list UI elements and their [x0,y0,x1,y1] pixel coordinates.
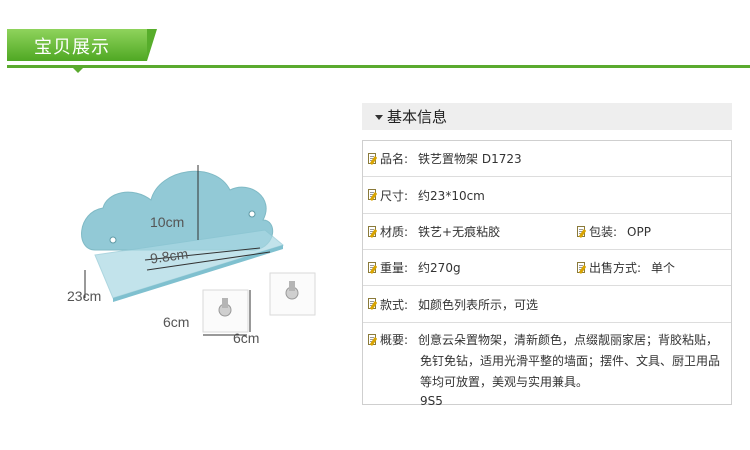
basic-info-title: 基本信息 [387,108,448,126]
summary-line: 等均可放置，美观与实用兼具。 [420,375,589,389]
edit-note-icon [367,225,378,238]
info-label: 品名: [380,152,409,166]
dim-width-label: 23cm [67,288,102,304]
info-value: 铁艺+无痕粘胶 [418,225,501,239]
summary-line: 免钉免钻，适用光滑平整的墙面；摆件、文具、厨卫用品 [420,354,721,368]
info-value: 单个 [651,261,676,275]
info-label: 重量: [380,261,409,275]
header-title: 宝贝展示 [34,37,110,58]
summary-line: 创意云朵置物架，清新颜色，点缀靓丽家居；背胶粘贴， [418,333,719,347]
edit-note-icon [367,334,378,347]
info-row-material: 材质: 铁艺+无痕粘胶 包装: OPP [363,214,731,250]
dim-hook-width-label: 6cm [233,330,260,346]
product-code: 9S5 [420,394,443,408]
info-label: 尺寸: [380,188,409,203]
info-row-size: 尺寸: 约23*10cm [363,177,731,214]
edit-note-icon [367,189,378,202]
dim-hook-height-label: 6cm [163,314,190,330]
header-tab-slant [147,29,157,61]
info-row-summary: 概要: 创意云朵置物架，清新颜色，点缀靓丽家居；背胶粘贴， 免钉免钻，适用光滑平… [363,323,731,408]
info-label: 概要: [380,333,409,347]
info-value: OPP [627,224,651,239]
info-label: 款式: [380,297,409,312]
info-label: 包装: [589,225,618,239]
edit-note-icon [367,298,378,311]
info-label: 出售方式: [589,261,642,275]
info-row-style: 款式: 如颜色列表所示，可选 [363,286,731,323]
edit-note-icon [576,225,587,238]
edit-note-icon [367,152,378,165]
header-underline [7,65,750,68]
info-row-weight: 重量: 约270g 出售方式: 单个 [363,250,731,286]
caret-down-icon [375,115,383,120]
info-value: 如颜色列表所示，可选 [418,297,539,312]
edit-note-icon [576,261,587,274]
dim-height-label: 10cm [150,214,185,230]
section-header: 宝贝展示 [0,0,750,80]
info-value: 铁艺置物架 D1723 [418,152,522,166]
info-table: 品名: 铁艺置物架 D1723 尺寸: 约23*10cm 材质: 铁艺+无痕粘胶… [362,140,732,408]
edit-note-icon [367,261,378,274]
header-caret-icon [73,68,83,73]
info-value: 约270g [418,261,461,275]
cloud-shelf-illustration [81,165,316,336]
info-label: 材质: [380,225,409,239]
basic-info-header[interactable]: 基本信息 [362,103,732,130]
info-value: 约23*10cm [418,188,485,203]
info-row-name: 品名: 铁艺置物架 D1723 [363,141,731,177]
product-image: 10cm 9.8cm 23cm 6cm 6cm [55,150,345,360]
